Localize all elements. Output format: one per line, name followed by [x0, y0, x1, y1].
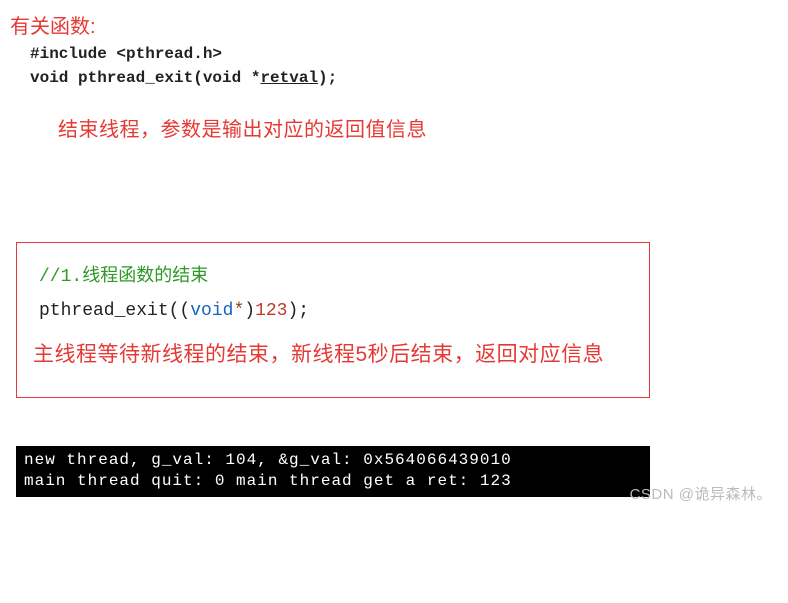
proto-param: retval [260, 69, 318, 87]
code-example-box: //1.线程函数的结束 pthread_exit((void*)123); 主线… [16, 242, 650, 398]
terminal-line-1: new thread, g_val: 104, &g_val: 0x564066… [24, 451, 512, 469]
watermark-text: CSDN @诡异森林。 [8, 483, 772, 504]
proto-suffix: ); [318, 69, 337, 87]
stmt-pre: pthread_exit(( [39, 301, 190, 321]
stmt-mid: ) [244, 301, 255, 321]
function-prototype: void pthread_exit(void *retval); [30, 69, 780, 87]
literal-123: 123 [255, 301, 287, 321]
pointer-star: * [233, 301, 244, 321]
box-description: 主线程等待新线程的结束，新线程5秒后结束，返回对应信息 [33, 337, 631, 373]
function-description: 结束线程，参数是输出对应的返回值信息 [58, 113, 780, 142]
keyword-void: void [190, 301, 233, 321]
code-statement: pthread_exit((void*)123); [39, 301, 633, 321]
stmt-post: ); [287, 301, 309, 321]
proto-prefix: void pthread_exit(void * [30, 69, 260, 87]
include-directive: #include <pthread.h> [30, 45, 780, 63]
spacer [8, 152, 780, 232]
comment-text: //1.线程函数的结束 [39, 267, 208, 287]
code-comment: //1.线程函数的结束 [39, 261, 633, 287]
section-heading: 有关函数: [10, 10, 780, 39]
spacer-2 [8, 410, 780, 446]
